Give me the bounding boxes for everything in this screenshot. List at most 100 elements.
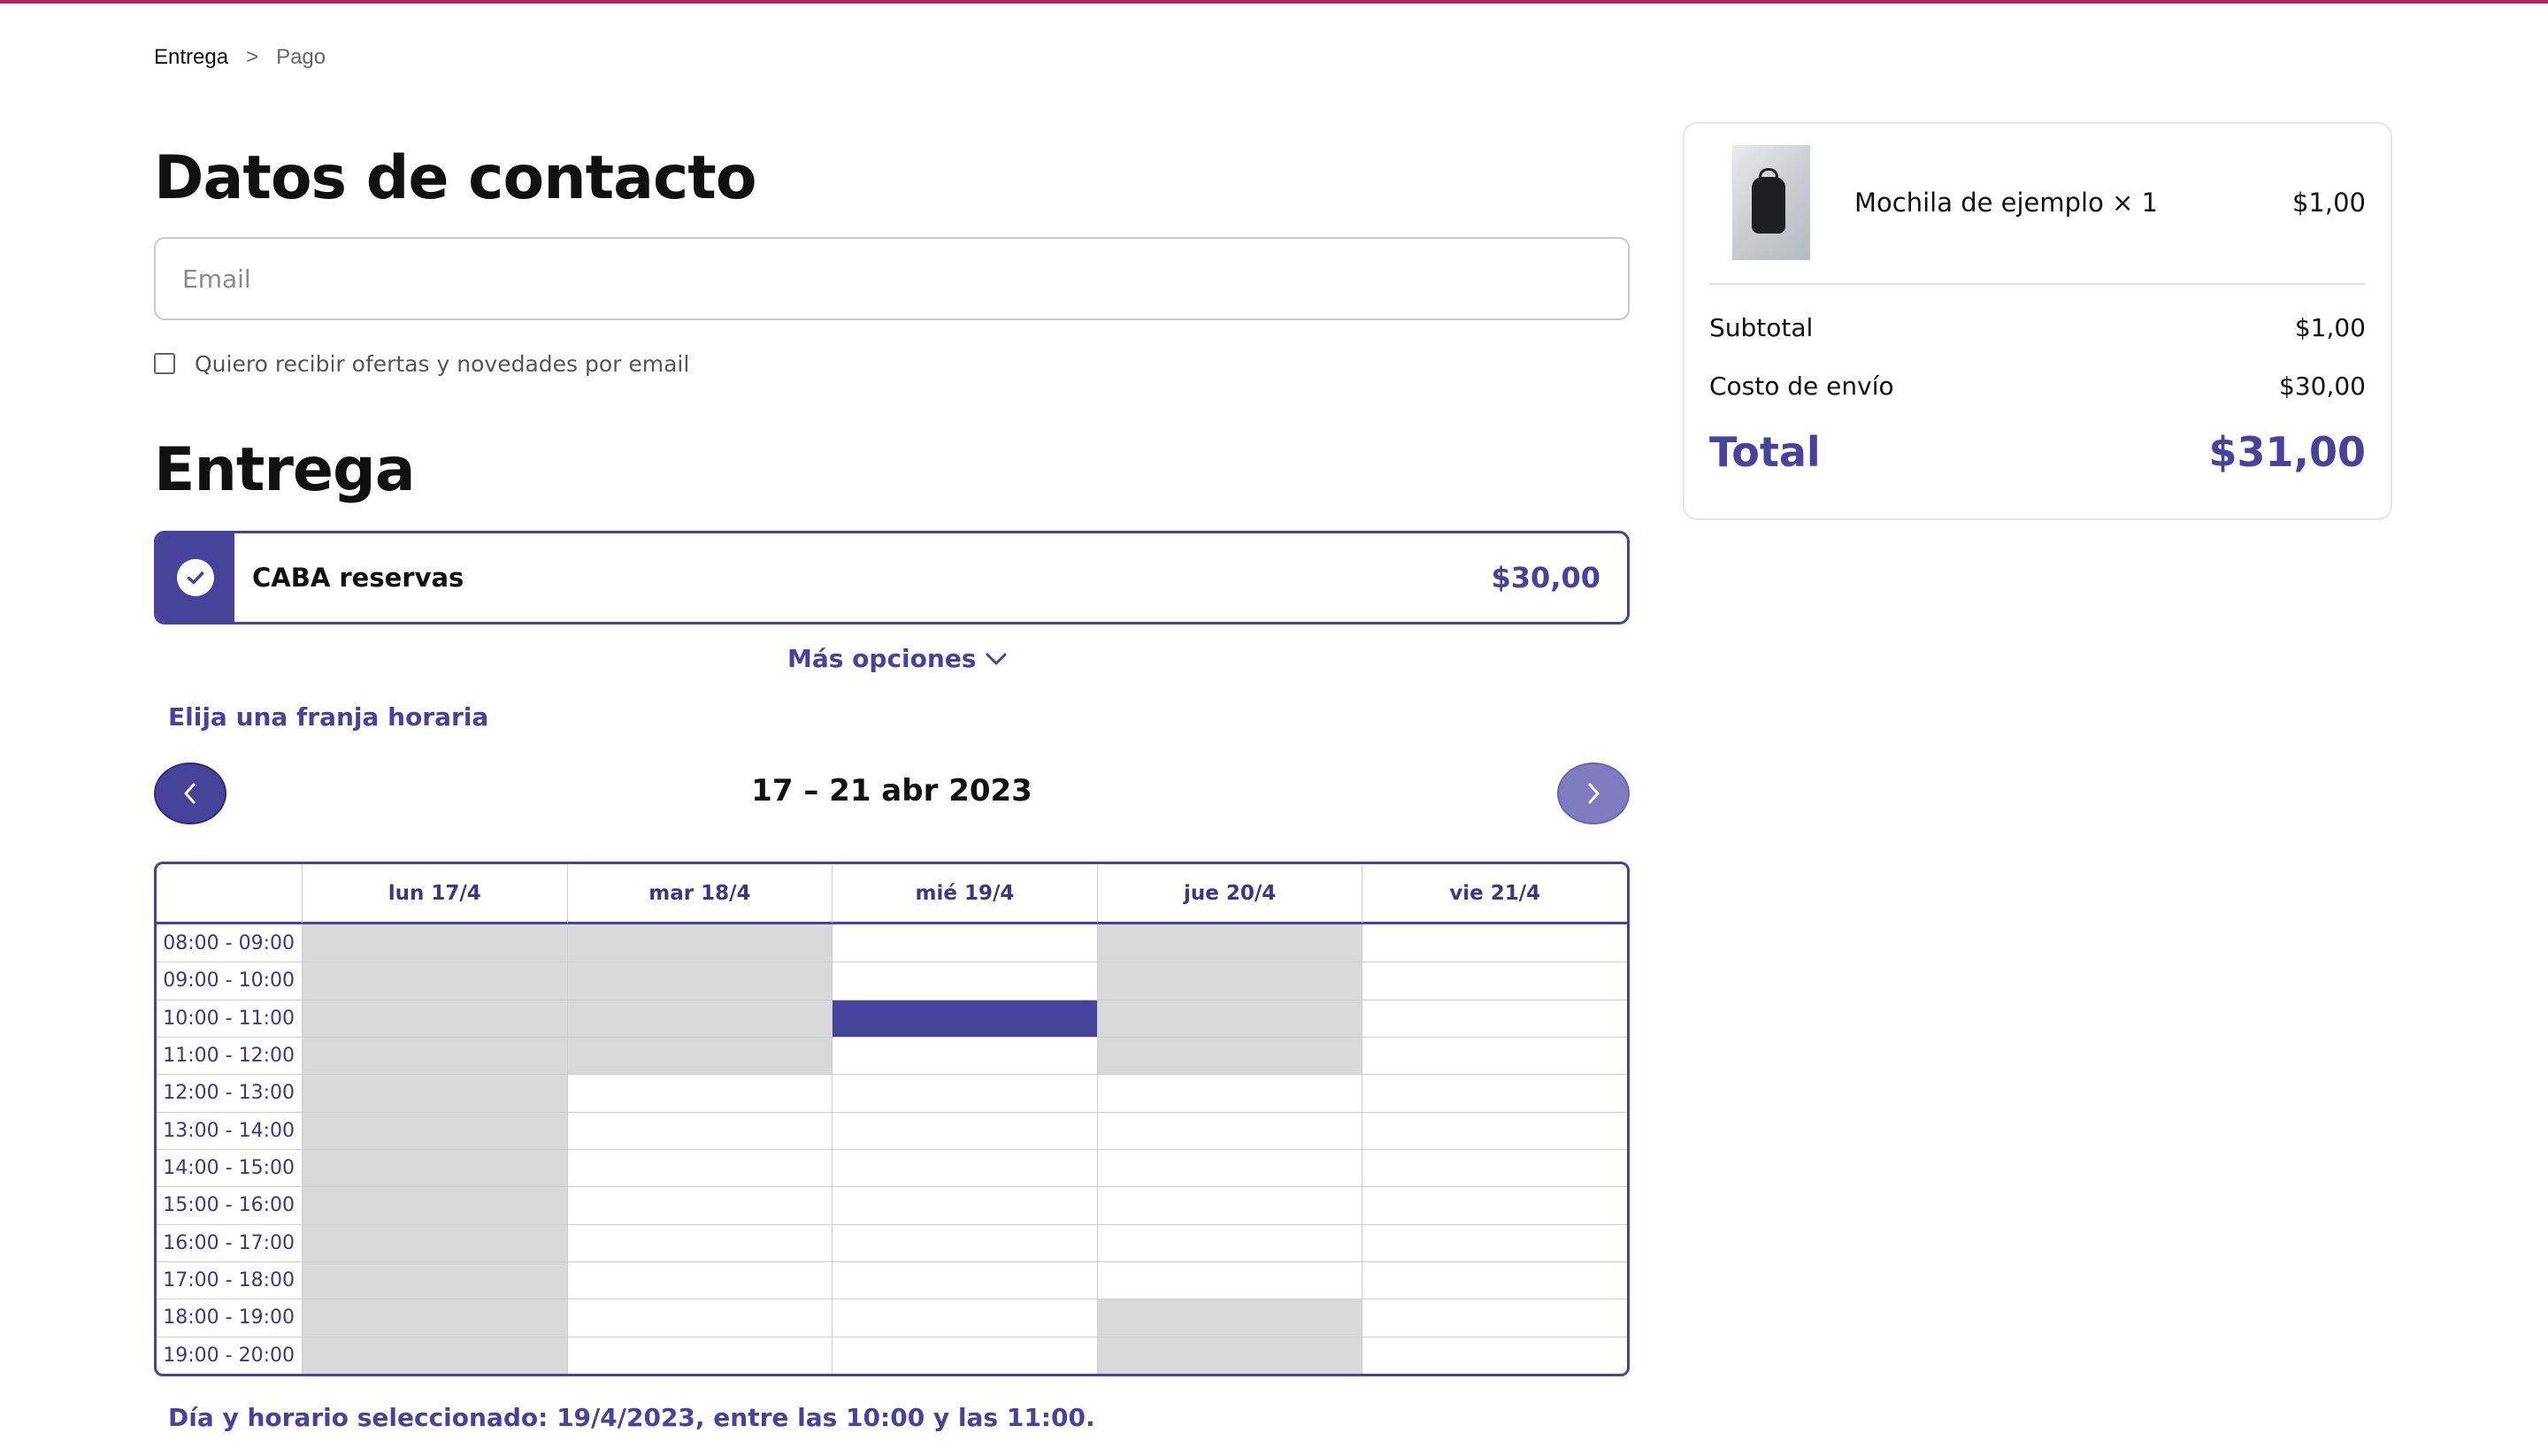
- calendar-slot-unavailable: [1096, 999, 1362, 1037]
- shipping-option[interactable]: CABA reservas $30,00: [154, 531, 1630, 625]
- calendar-slot[interactable]: [1362, 924, 1627, 962]
- calendar-slot[interactable]: [1096, 1111, 1362, 1149]
- calendar-slot-unavailable: [566, 999, 833, 1037]
- contact-title: Datos de contacto: [154, 143, 757, 213]
- total-label: Total: [1709, 428, 1821, 476]
- calendar-slot[interactable]: [566, 1299, 833, 1337]
- calendar-slot-unavailable: [566, 1036, 833, 1075]
- calendar-slot-unavailable: [302, 1299, 567, 1337]
- newsletter-optin[interactable]: Quiero recibir ofertas y novedades por e…: [154, 350, 689, 377]
- calendar-slot[interactable]: [832, 1299, 1097, 1337]
- calendar-slot[interactable]: [832, 924, 1097, 962]
- calendar-day-header: lun 17/4: [302, 864, 567, 924]
- calendar-slot[interactable]: [832, 1186, 1097, 1224]
- calendar-slot[interactable]: [832, 1261, 1097, 1299]
- calendar-slot[interactable]: [1362, 999, 1627, 1037]
- calendar-time-label: 11:00 - 12:00: [157, 1036, 302, 1074]
- calendar-slot[interactable]: [832, 1336, 1097, 1374]
- calendar-slot[interactable]: [566, 1261, 833, 1299]
- selected-slot-text: Día y horario seleccionado: 19/4/2023, e…: [168, 1403, 1095, 1432]
- calendar-slot[interactable]: [1096, 1148, 1362, 1187]
- calendar-slot[interactable]: [1362, 1111, 1627, 1149]
- calendar-day-header: jue 20/4: [1096, 864, 1362, 924]
- calendar-slot[interactable]: [1096, 1074, 1362, 1112]
- breadcrumb-entrega[interactable]: Entrega: [154, 45, 228, 70]
- calendar-slot[interactable]: [1096, 1186, 1362, 1224]
- calendar-slot[interactable]: [566, 1336, 833, 1374]
- more-options-button[interactable]: Más opciones: [787, 644, 1008, 673]
- total-row: Total $31,00: [1709, 428, 2366, 476]
- subtotal-label: Subtotal: [1709, 313, 1814, 342]
- calendar-slot[interactable]: [1362, 1186, 1627, 1224]
- next-week-button[interactable]: [1557, 762, 1630, 824]
- calendar-slot[interactable]: [566, 1186, 833, 1224]
- subtotal-value: $1,00: [2294, 313, 2366, 342]
- calendar-slot[interactable]: [566, 1223, 833, 1261]
- product-image: [1732, 145, 1810, 260]
- calendar-slot-unavailable: [302, 1336, 567, 1374]
- product-price: $1,00: [2291, 188, 2366, 218]
- chevron-right-icon: [1588, 783, 1600, 804]
- calendar-time-label: 15:00 - 16:00: [157, 1186, 302, 1223]
- calendar-day-header: mié 19/4: [832, 864, 1097, 924]
- calendar-slot[interactable]: [832, 962, 1097, 1000]
- calendar-slot[interactable]: [1362, 1336, 1627, 1374]
- breadcrumb-pago: Pago: [276, 45, 326, 69]
- shipping-cost-row: Costo de envío $30,00: [1709, 372, 2366, 401]
- calendar-slot-unavailable: [1096, 1036, 1362, 1075]
- shipping-cost-label: Costo de envío: [1709, 372, 1894, 401]
- summary-divider: [1709, 283, 2366, 285]
- shipping-option-selected-indicator: [157, 533, 234, 622]
- calendar-slot-unavailable: [1096, 962, 1362, 1000]
- calendar-day-header: mar 18/4: [566, 864, 833, 924]
- calendar-slot-unavailable: [1096, 1336, 1362, 1374]
- calendar-slot[interactable]: [1362, 962, 1627, 1000]
- chevron-down-icon: [986, 653, 1007, 664]
- calendar-slot[interactable]: [566, 1111, 833, 1149]
- delivery-title: Entrega: [154, 435, 416, 505]
- email-field[interactable]: [154, 237, 1630, 320]
- calendar-slot-unavailable: [566, 924, 833, 962]
- calendar-grid: lun 17/4 mar 18/4 mié 19/4 jue 20/4 vie 21/4…: [157, 864, 1627, 1374]
- calendar-slot[interactable]: [832, 1223, 1097, 1261]
- calendar-time-label: 12:00 - 13:00: [157, 1074, 302, 1111]
- calendar-slot[interactable]: [1096, 1223, 1362, 1261]
- subtotal-row: Subtotal $1,00: [1709, 313, 2366, 342]
- more-options-label: Más opciones: [787, 644, 977, 673]
- calendar-slot[interactable]: [832, 1148, 1097, 1187]
- calendar-slot-unavailable: [302, 1186, 567, 1224]
- product-name: Mochila de ejemplo × 1: [1854, 188, 2159, 218]
- calendar-slot-unavailable: [302, 1223, 567, 1261]
- calendar-day-header: vie 21/4: [1362, 864, 1627, 924]
- calendar-corner: [157, 864, 302, 924]
- check-icon: [177, 559, 214, 596]
- calendar-time-label: 19:00 - 20:00: [157, 1336, 302, 1374]
- newsletter-checkbox[interactable]: [154, 353, 175, 374]
- calendar-slot[interactable]: [1362, 1036, 1627, 1075]
- calendar-slot[interactable]: [1096, 1261, 1362, 1299]
- calendar-slot[interactable]: [566, 1074, 833, 1112]
- calendar-slot[interactable]: [566, 1148, 833, 1187]
- calendar-slot-unavailable: [302, 1148, 567, 1187]
- time-slot-calendar: lun 17/4 mar 18/4 mié 19/4 jue 20/4 vie 21/4…: [154, 862, 1630, 1376]
- calendar-slot[interactable]: [1362, 1074, 1627, 1112]
- top-accent-line: [0, 0, 2548, 4]
- calendar-slot[interactable]: [1362, 1299, 1627, 1337]
- calendar-slot-unavailable: [302, 1261, 567, 1299]
- calendar-slot[interactable]: [832, 1111, 1097, 1149]
- calendar-slot[interactable]: [1362, 1148, 1627, 1187]
- calendar-time-label: 10:00 - 11:00: [157, 999, 302, 1037]
- shipping-option-price: $30,00: [1491, 561, 1600, 594]
- calendar-slot[interactable]: [1362, 1223, 1627, 1261]
- week-range-label: 17 – 21 abr 2023: [751, 773, 1032, 808]
- calendar-slot-unavailable: [302, 1111, 567, 1149]
- calendar-slot-unavailable: [302, 1036, 567, 1075]
- calendar-slot-selected[interactable]: [832, 999, 1097, 1037]
- calendar-slot[interactable]: [1362, 1261, 1627, 1299]
- calendar-slot[interactable]: [832, 1036, 1097, 1075]
- calendar-slot-unavailable: [1096, 1299, 1362, 1337]
- breadcrumb-separator: >: [246, 45, 259, 69]
- calendar-slot[interactable]: [832, 1074, 1097, 1112]
- calendar-time-label: 08:00 - 09:00: [163, 931, 295, 954]
- calendar-time-label: 13:00 - 14:00: [157, 1111, 302, 1149]
